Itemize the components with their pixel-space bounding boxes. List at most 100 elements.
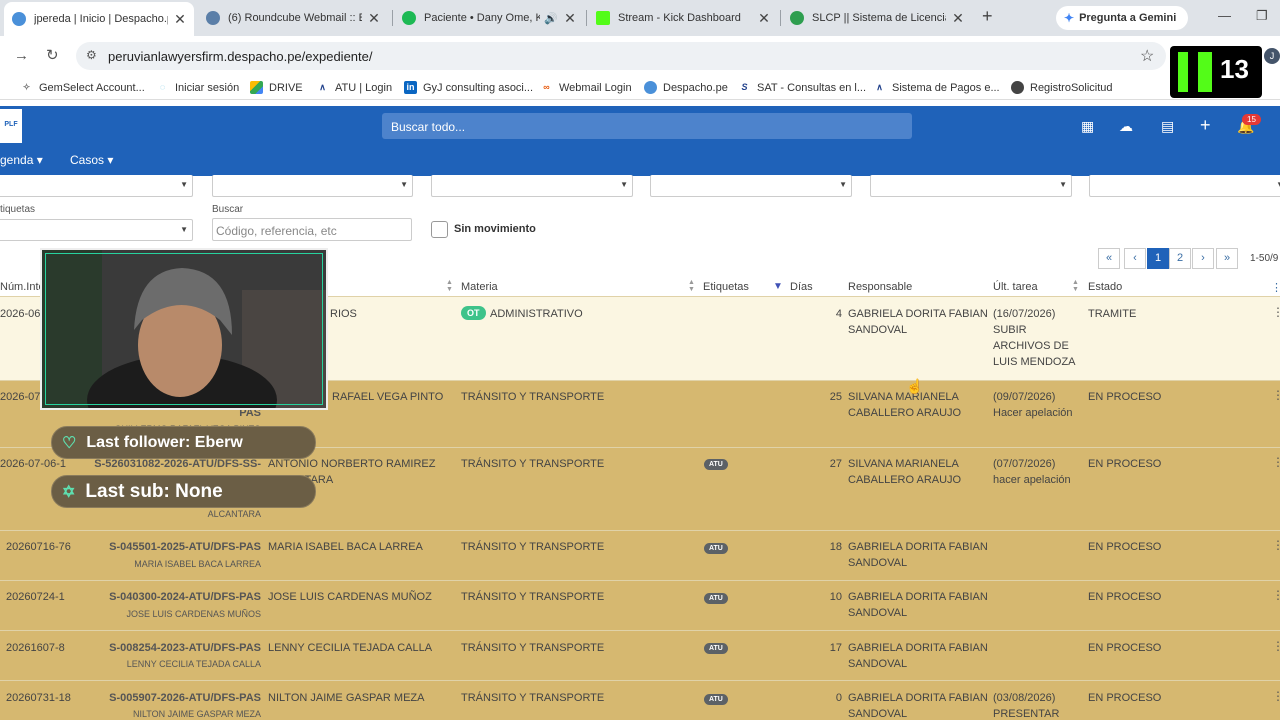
filter-select[interactable]: ▼	[870, 175, 1072, 197]
prev-page-icon[interactable]: ‹	[1124, 248, 1146, 269]
col-num[interactable]: Núm.Inte	[0, 281, 45, 293]
close-tab-icon[interactable]: ✕	[758, 10, 770, 27]
row-menu-icon[interactable]: ⋮	[1272, 305, 1280, 319]
tab-spotify[interactable]: Paciente • Dany Ome, Kc 🔊 ✕	[394, 4, 584, 32]
audio-playing-icon[interactable]: 🔊	[544, 12, 558, 25]
filter-select[interactable]: ▼	[431, 175, 633, 197]
cell-dias: 18	[829, 541, 842, 553]
tab-roundcube[interactable]: (6) Roundcube Webmail :: Er ✕	[198, 4, 388, 32]
gemini-label: Pregunta a Gemini	[1079, 12, 1177, 24]
atu-icon: ∧	[873, 81, 886, 94]
filter-select[interactable]: ▼	[0, 175, 193, 197]
kick-favicon-icon	[596, 11, 610, 25]
sort-icon[interactable]: ▲ ▼	[688, 279, 695, 293]
col-ult-tarea[interactable]: Últ. tarea	[993, 281, 1038, 293]
row-menu-icon[interactable]: ⋮	[1272, 689, 1280, 703]
filter-select[interactable]: ▼	[1089, 175, 1280, 197]
first-page-icon[interactable]: «	[1098, 248, 1120, 269]
filter-select[interactable]: ▼	[650, 175, 852, 197]
close-tab-icon[interactable]: ✕	[174, 11, 186, 28]
col-materia[interactable]: Materia	[461, 281, 498, 293]
tab-slcp[interactable]: SLCP || Sistema de Licencias ✕	[782, 4, 972, 32]
menu-casos[interactable]: Casos ▾	[70, 153, 113, 167]
forward-icon[interactable]: →	[14, 47, 29, 64]
cell-dias: 17	[829, 642, 842, 654]
row-menu-icon[interactable]: ⋮	[1272, 639, 1280, 653]
calendar-icon[interactable]: ▦	[1081, 118, 1094, 135]
page-1[interactable]: 1	[1147, 248, 1169, 269]
bookmark-item[interactable]: in GyJ consulting asoci...	[404, 81, 533, 94]
bookmark-label: Webmail Login	[559, 81, 632, 94]
col-estado[interactable]: Estado	[1088, 281, 1122, 293]
close-tab-icon[interactable]: ✕	[952, 10, 964, 27]
global-search-input[interactable]: Buscar todo...	[382, 113, 912, 139]
minimize-icon[interactable]: —	[1218, 8, 1231, 23]
etiquetas-label: tiquetas	[0, 204, 36, 215]
cell-cliente: RIOS	[330, 308, 357, 320]
close-tab-icon[interactable]: ✕	[564, 10, 576, 27]
cell-dias: 4	[835, 308, 842, 320]
row-menu-icon[interactable]: ⋮	[1272, 538, 1280, 552]
bookmark-item[interactable]: S SAT - Consultas en l...	[738, 81, 866, 94]
bookmark-label: GyJ consulting asoci...	[423, 81, 534, 94]
cloud-icon[interactable]: ☁	[1119, 118, 1133, 135]
url-text[interactable]: peruvianlawyersfirm.despacho.pe/expedien…	[108, 49, 373, 64]
app-logo[interactable]: PLF	[0, 109, 22, 143]
add-icon[interactable]: +	[1200, 115, 1211, 136]
close-tab-icon[interactable]: ✕	[368, 10, 380, 27]
cell-num: 20260731-18	[6, 692, 71, 704]
bookmark-item[interactable]: ∧ Sistema de Pagos e...	[873, 81, 1000, 94]
table-row[interactable]	[0, 580, 1280, 630]
bookmark-item[interactable]: DRIVE	[250, 81, 303, 94]
etiquetas-select[interactable]: ▼	[0, 219, 193, 241]
new-tab-icon[interactable]: +	[982, 6, 993, 27]
page-2[interactable]: 2	[1169, 248, 1191, 269]
bookmark-item[interactable]: RegistroSolicitud	[1011, 81, 1113, 94]
cell-dias: 25	[829, 391, 842, 403]
despacho-favicon-icon	[12, 12, 26, 26]
col-dias[interactable]: Días	[790, 281, 813, 293]
bookmark-item[interactable]: ✧ GemSelect Account...	[20, 81, 145, 94]
cell-num: 20260724-1	[6, 591, 65, 603]
cell-cliente: JOSE LUIS CARDENAS MUÑOZ	[268, 591, 432, 603]
profile-avatar[interactable]: J	[1264, 48, 1280, 64]
bookmark-item[interactable]: ∞ Webmail Login	[540, 81, 632, 94]
row-menu-icon[interactable]: ⋮	[1272, 388, 1280, 402]
row-menu-icon[interactable]: ⋮	[1272, 588, 1280, 602]
site-info-icon[interactable]: ⚙	[86, 48, 97, 62]
tab-despacho[interactable]: jpereda | Inicio | Despacho.pe ✕	[4, 2, 194, 36]
sort-icon[interactable]: ▲ ▼	[1072, 279, 1079, 293]
globe-icon	[1011, 81, 1024, 94]
row-menu-icon[interactable]: ⋮	[1272, 455, 1280, 469]
webmail-icon: ∞	[540, 81, 553, 94]
cell-estado: EN PROCESO	[1088, 391, 1162, 403]
next-page-icon[interactable]: ›	[1192, 248, 1214, 269]
buscar-input[interactable]: Código, referencia, etc	[212, 218, 412, 241]
cell-ref-client: MARIA ISABEL BACA LARREA	[134, 559, 261, 569]
bookmark-star-icon[interactable]: ☆	[1140, 46, 1154, 66]
menu-agenda[interactable]: genda ▾	[0, 153, 43, 167]
column-menu-icon[interactable]: ⋮	[1271, 281, 1280, 294]
reload-icon[interactable]: ↻	[46, 46, 59, 64]
col-responsable[interactable]: Responsable	[848, 281, 912, 293]
mouse-cursor-icon: ☝	[906, 378, 924, 394]
bookmark-item[interactable]: Despacho.pe	[644, 81, 728, 94]
bookmark-item[interactable]: ◌ Iniciar sesión	[156, 81, 239, 94]
maximize-icon[interactable]: ❐	[1256, 8, 1268, 24]
cell-num: 2026-07	[0, 391, 41, 403]
bookmark-item[interactable]: ∧ ATU | Login	[316, 81, 392, 94]
sort-icon[interactable]: ▲ ▼	[446, 279, 453, 293]
notes-icon[interactable]: ▤	[1161, 118, 1174, 135]
webcam-frame	[45, 253, 323, 405]
sort-desc-icon[interactable]: ▼	[773, 281, 783, 292]
last-page-icon[interactable]: »	[1216, 248, 1238, 269]
tab-kick[interactable]: Stream - Kick Dashboard ✕	[588, 4, 778, 32]
cell-cliente: MARIA ISABEL BACA LARREA	[268, 541, 423, 553]
gemini-button[interactable]: ✦ Pregunta a Gemini	[1056, 6, 1188, 30]
filter-select[interactable]: ▼	[212, 175, 413, 197]
heart-icon: ♡	[62, 434, 77, 452]
table-row[interactable]	[0, 530, 1280, 580]
sin-movimiento-checkbox[interactable]	[431, 221, 448, 238]
col-etiquetas[interactable]: Etiquetas	[703, 281, 749, 293]
star-icon: ✡	[62, 483, 76, 501]
